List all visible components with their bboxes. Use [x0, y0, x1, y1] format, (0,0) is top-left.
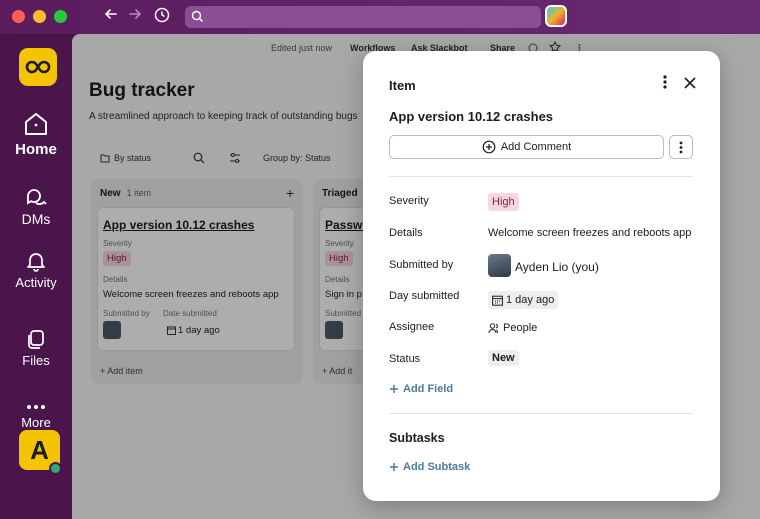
minimize-window-button[interactable]	[33, 10, 46, 23]
search-icon	[191, 10, 203, 22]
slackbot-avatar[interactable]	[545, 5, 567, 27]
dms-icon	[27, 189, 47, 205]
rail-item-more[interactable]: More	[0, 402, 72, 430]
field-label-status: Status	[389, 353, 421, 365]
severity-badge[interactable]: High	[488, 193, 519, 211]
title-bar	[0, 0, 760, 34]
history-clock-icon[interactable]	[152, 7, 172, 27]
rail-item-label: Home	[15, 141, 57, 158]
divider	[389, 413, 693, 414]
files-icon	[28, 330, 44, 349]
field-value-details[interactable]: Welcome screen freezes and reboots app	[488, 227, 691, 239]
assignee-picker[interactable]: People	[488, 322, 537, 334]
close-window-button[interactable]	[12, 10, 25, 23]
plus-icon	[390, 385, 398, 393]
add-subtask-button[interactable]: Add Subtask	[389, 461, 470, 473]
rail-item-label: Files	[22, 353, 50, 368]
status-badge[interactable]: New	[488, 350, 519, 366]
maximize-window-button[interactable]	[54, 10, 67, 23]
more-options-icon	[679, 141, 683, 153]
field-label-details: Details	[389, 227, 423, 239]
subtasks-header: Subtasks	[389, 431, 445, 445]
add-comment-button[interactable]: Add Comment	[389, 135, 664, 159]
field-label-assignee: Assignee	[389, 321, 435, 333]
add-field-button[interactable]: Add Field	[389, 383, 453, 395]
workspace-logo[interactable]	[19, 48, 57, 86]
more-options-icon[interactable]	[659, 73, 671, 91]
add-comment-icon	[482, 140, 496, 154]
field-value-day[interactable]: 1 day ago	[488, 291, 559, 309]
more-icon	[27, 405, 45, 409]
bell-icon	[27, 253, 45, 272]
avatar[interactable]	[488, 254, 511, 277]
rail-item-home[interactable]: Home	[0, 110, 72, 158]
infinity-logo-icon	[25, 60, 51, 74]
comment-more-button[interactable]	[669, 135, 693, 159]
presence-indicator	[49, 462, 62, 475]
rail-item-files[interactable]: Files	[0, 328, 72, 368]
field-label-severity: Severity	[389, 195, 429, 207]
field-label-submitted: Submitted by	[389, 259, 454, 271]
people-icon	[488, 323, 499, 334]
field-value-submitted[interactable]: Ayden Lio (you)	[515, 260, 599, 274]
plus-icon	[390, 463, 398, 471]
modal-header: Item	[389, 78, 416, 93]
rail-item-dms[interactable]: DMs	[0, 186, 72, 227]
rail-item-activity[interactable]: Activity	[0, 250, 72, 290]
item-detail-modal: Item App version 10.12 crashes Add Comme…	[363, 51, 720, 501]
divider	[389, 176, 693, 177]
calendar-icon	[492, 295, 503, 306]
rail-item-label: DMs	[21, 211, 51, 227]
search-input[interactable]	[185, 6, 541, 28]
home-icon	[25, 113, 47, 135]
forward-arrow-icon[interactable]	[125, 7, 145, 27]
back-arrow-icon[interactable]	[101, 7, 121, 27]
rail-item-label: Activity	[15, 275, 57, 290]
item-title: App version 10.12 crashes	[389, 109, 554, 124]
add-comment-label: Add Comment	[500, 141, 572, 153]
field-label-day: Day submitted	[389, 290, 460, 302]
rail-item-label: More	[21, 415, 51, 430]
close-icon[interactable]	[682, 75, 698, 91]
